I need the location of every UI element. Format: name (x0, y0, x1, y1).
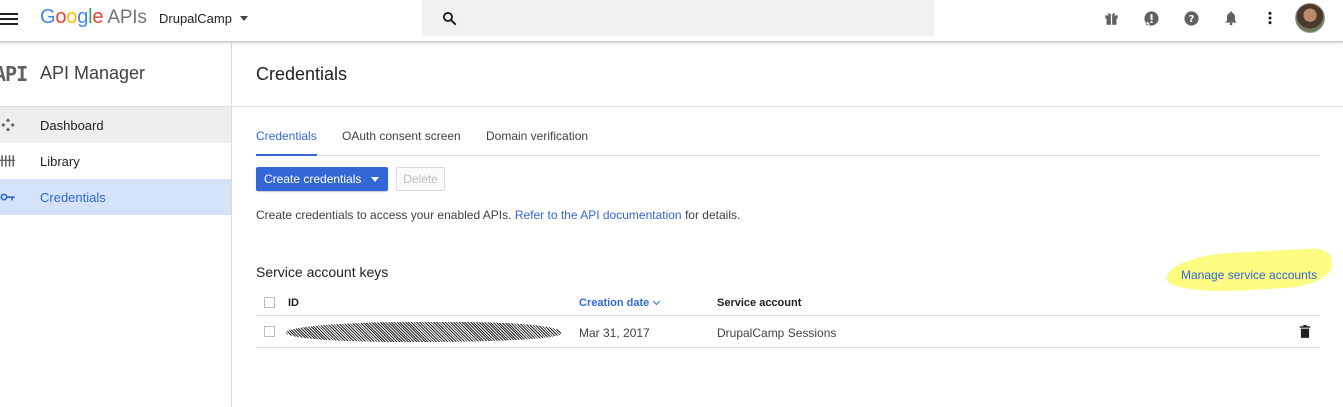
project-selector[interactable]: DrupalCamp (159, 11, 248, 26)
delete-button: Delete (396, 167, 445, 191)
feedback-icon[interactable] (1142, 9, 1160, 27)
svg-text:?: ? (1188, 14, 1194, 25)
logo-apis-text: APIs (107, 7, 147, 28)
search-icon (442, 11, 457, 26)
page-header: Credentials (232, 43, 1343, 107)
avatar[interactable] (1295, 3, 1325, 33)
logo-letter: g (77, 6, 89, 28)
sidebar: API API Manager Dashboard Library Creden… (0, 43, 232, 407)
notifications-icon[interactable] (1222, 9, 1240, 27)
tab-credentials[interactable]: Credentials (256, 129, 317, 156)
tab-domain-verification[interactable]: Domain verification (486, 129, 588, 156)
trash-icon[interactable] (1298, 324, 1312, 339)
column-header-creation-date[interactable]: Creation date (579, 297, 661, 309)
create-credentials-button[interactable]: Create credentials (256, 167, 388, 191)
column-header-service-account: Service account (717, 297, 802, 309)
menu-icon[interactable] (0, 11, 18, 27)
sidebar-item-credentials[interactable]: Credentials (0, 179, 231, 215)
key-icon (0, 193, 15, 201)
gift-icon[interactable] (1102, 9, 1120, 27)
project-name: DrupalCamp (159, 11, 232, 26)
logo-letter: e (92, 6, 104, 28)
caret-down-icon (239, 16, 248, 21)
tab-oauth-consent-screen[interactable]: OAuth consent screen (342, 129, 461, 156)
table-header: ID Creation date Service account (256, 289, 1320, 316)
help-icon[interactable]: ? (1182, 9, 1200, 27)
sidebar-item-dashboard[interactable]: Dashboard (0, 107, 231, 143)
manage-service-accounts-link[interactable]: Manage service accounts (1181, 268, 1317, 282)
caret-down-icon (371, 177, 379, 182)
search-input[interactable] (422, 0, 934, 36)
create-credentials-label: Create credentials (264, 172, 362, 186)
page-title: Credentials (256, 64, 348, 84)
logo-letter: G (40, 6, 56, 28)
main-content: Credentials Credentials OAuth consent sc… (232, 43, 1343, 407)
cell-creation-date: Mar 31, 2017 (579, 326, 650, 340)
redacted-key-id (286, 322, 561, 342)
sidebar-item-library[interactable]: Library (0, 143, 231, 179)
logo-letter: o (66, 6, 78, 28)
google-apis-logo[interactable]: Google APIs (40, 6, 147, 29)
top-app-bar: Google APIs DrupalCamp ? (0, 0, 1343, 42)
row-checkbox[interactable] (264, 326, 275, 337)
logo-letter: o (55, 6, 67, 28)
select-all-checkbox[interactable] (264, 297, 275, 308)
table-row: Mar 31, 2017 DrupalCamp Sessions (256, 316, 1320, 348)
sidebar-title: API Manager (40, 63, 146, 83)
api-logo: API (0, 62, 28, 86)
more-vert-icon[interactable] (1261, 9, 1279, 27)
credentials-description: Create credentials to access your enable… (256, 208, 740, 222)
sidebar-item-label: Library (40, 153, 80, 169)
chevron-down-icon (653, 297, 661, 306)
sidebar-item-label: Credentials (40, 189, 106, 205)
description-suffix: for details. (684, 208, 741, 222)
sidebar-header: API API Manager (0, 43, 231, 107)
sidebar-item-label: Dashboard (40, 117, 104, 133)
cell-service-account: DrupalCamp Sessions (717, 326, 837, 340)
api-documentation-link[interactable]: Refer to the API documentation (515, 208, 682, 222)
column-header-id: ID (288, 297, 299, 309)
section-title: Service account keys (256, 264, 389, 280)
description-text: Create credentials to access your enable… (256, 208, 512, 222)
service-account-keys-table: ID Creation date Service account Mar 31,… (256, 289, 1320, 348)
column-header-creation-date-label: Creation date (579, 297, 650, 309)
dashboard-icon (1, 118, 15, 132)
library-icon (0, 155, 15, 167)
tab-bar: Credentials OAuth consent screen Domain … (256, 129, 1320, 156)
